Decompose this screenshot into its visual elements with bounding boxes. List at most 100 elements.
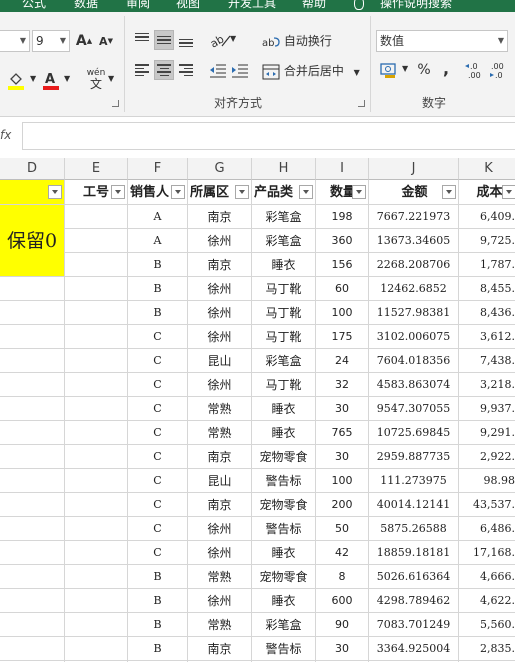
grid-cell[interactable] [65, 541, 128, 565]
grid-cell[interactable]: 3364.925004 [369, 637, 459, 661]
table-header-cell[interactable] [0, 180, 65, 205]
grid-cell[interactable]: 5875.26588 [369, 517, 459, 541]
grid-cell[interactable]: C [128, 421, 188, 445]
grid-cell[interactable]: 警告标 [252, 469, 316, 493]
increase-indent-button[interactable] [230, 60, 250, 80]
grid-cell[interactable]: 南京 [188, 205, 252, 229]
grid-cell[interactable]: 100 [316, 469, 369, 493]
chevron-down-icon[interactable]: ▼ [108, 74, 114, 83]
grid-cell[interactable] [0, 637, 65, 661]
font-name-dropdown[interactable]: ▼ [0, 30, 30, 52]
grid-cell[interactable]: 彩笔盒 [252, 205, 316, 229]
grid-cell[interactable]: 3,612. [459, 325, 515, 349]
grid-cell[interactable]: 南京 [188, 253, 252, 277]
grid-cell[interactable]: 30 [316, 397, 369, 421]
tab-view[interactable]: 视图 [176, 0, 200, 11]
filter-dropdown-icon[interactable] [171, 185, 185, 199]
grid-cell[interactable]: 30 [316, 445, 369, 469]
grid-cell[interactable]: 7604.018356 [369, 349, 459, 373]
grid-cell[interactable] [65, 349, 128, 373]
filter-dropdown-icon[interactable] [442, 185, 456, 199]
table-header-cell[interactable]: 数量 [316, 180, 369, 205]
grid-cell[interactable]: 12462.6852 [369, 277, 459, 301]
merge-center-button[interactable]: 合并后居中 ▼ [262, 60, 360, 82]
bottom-align-button[interactable] [176, 30, 196, 50]
increase-decimal-button[interactable]: .0 .00 [464, 60, 486, 80]
grid-cell[interactable] [65, 637, 128, 661]
table-header-cell[interactable]: 工号 [65, 180, 128, 205]
middle-align-button[interactable] [154, 30, 174, 50]
grid-cell[interactable]: 30 [316, 637, 369, 661]
phonetic-guide-button[interactable]: wén 文 [82, 66, 110, 94]
grid-cell[interactable]: 宠物零食 [252, 565, 316, 589]
grid-cell[interactable]: 徐州 [188, 301, 252, 325]
grid-cell[interactable]: 常熟 [188, 613, 252, 637]
grid-cell[interactable]: 9,725. [459, 229, 515, 253]
fill-color-button[interactable] [4, 70, 28, 90]
chevron-down-icon[interactable]: ▼ [230, 34, 236, 43]
filter-dropdown-icon[interactable] [111, 185, 125, 199]
decrease-font-size-button[interactable]: A ▼ [96, 31, 116, 51]
grid-cell[interactable]: 7667.221973 [369, 205, 459, 229]
grid-cell[interactable]: 3,218. [459, 373, 515, 397]
grid-cell[interactable]: 42 [316, 541, 369, 565]
column-header-f[interactable]: F [128, 158, 188, 180]
grid-cell[interactable]: 宠物零食 [252, 493, 316, 517]
grid-cell[interactable]: 4298.789462 [369, 589, 459, 613]
column-header-k[interactable]: K [459, 158, 515, 180]
grid-cell[interactable] [0, 493, 65, 517]
grid-cell[interactable] [0, 349, 65, 373]
grid-cell[interactable] [65, 253, 128, 277]
grid-cell[interactable] [65, 277, 128, 301]
grid-cell[interactable] [0, 373, 65, 397]
grid-cell[interactable] [0, 541, 65, 565]
grid-cell[interactable]: B [128, 565, 188, 589]
grid-cell[interactable]: 5,560. [459, 613, 515, 637]
grid-cell[interactable]: 8,436. [459, 301, 515, 325]
grid-cell[interactable]: 南京 [188, 445, 252, 469]
decrease-indent-button[interactable] [208, 60, 228, 80]
table-header-cell[interactable]: 金额 [369, 180, 459, 205]
table-header-cell[interactable]: 所属区 [188, 180, 252, 205]
grid-cell[interactable]: A [128, 229, 188, 253]
grid-cell[interactable]: 40014.12141 [369, 493, 459, 517]
grid-cell[interactable]: 9547.307055 [369, 397, 459, 421]
grid-cell[interactable] [65, 325, 128, 349]
grid-cell[interactable]: 睡衣 [252, 421, 316, 445]
grid-cell[interactable]: 9,937. [459, 397, 515, 421]
grid-cell[interactable]: 60 [316, 277, 369, 301]
grid-cell[interactable]: C [128, 397, 188, 421]
grid-cell[interactable] [0, 277, 65, 301]
grid-cell[interactable]: 156 [316, 253, 369, 277]
grid-cell[interactable]: 32 [316, 373, 369, 397]
grid-cell[interactable]: 7,438. [459, 349, 515, 373]
grid-cell[interactable]: 睡衣 [252, 589, 316, 613]
grid-cell[interactable] [65, 445, 128, 469]
grid-cell[interactable]: 徐州 [188, 517, 252, 541]
grid-cell[interactable]: 8 [316, 565, 369, 589]
font-size-dropdown[interactable]: 9 ▼ [32, 30, 70, 52]
grid-cell[interactable]: A [128, 205, 188, 229]
table-header-cell[interactable]: 产品类 [252, 180, 316, 205]
grid-cell[interactable]: 198 [316, 205, 369, 229]
grid-cell[interactable]: 13673.34605 [369, 229, 459, 253]
grid-cell[interactable]: C [128, 373, 188, 397]
align-right-button[interactable] [176, 60, 196, 80]
tab-formulas[interactable]: 公式 [22, 0, 46, 11]
tell-me-search[interactable]: 操作说明搜索 [380, 0, 452, 11]
grid-cell[interactable]: 马丁靴 [252, 373, 316, 397]
filter-dropdown-icon[interactable] [502, 185, 515, 199]
grid-cell[interactable] [65, 613, 128, 637]
grid-cell[interactable] [65, 469, 128, 493]
merged-cell[interactable]: 保留0 [0, 205, 65, 277]
grid-cell[interactable]: 600 [316, 589, 369, 613]
grid-cell[interactable] [0, 589, 65, 613]
grid-cell[interactable] [65, 301, 128, 325]
column-header-e[interactable]: E [65, 158, 128, 180]
comma-style-button[interactable]: , [436, 58, 456, 78]
grid-cell[interactable]: 南京 [188, 493, 252, 517]
grid-cell[interactable]: 175 [316, 325, 369, 349]
grid-cell[interactable]: 10725.69845 [369, 421, 459, 445]
grid-cell[interactable]: B [128, 613, 188, 637]
alignment-group-launcher[interactable] [358, 100, 365, 107]
